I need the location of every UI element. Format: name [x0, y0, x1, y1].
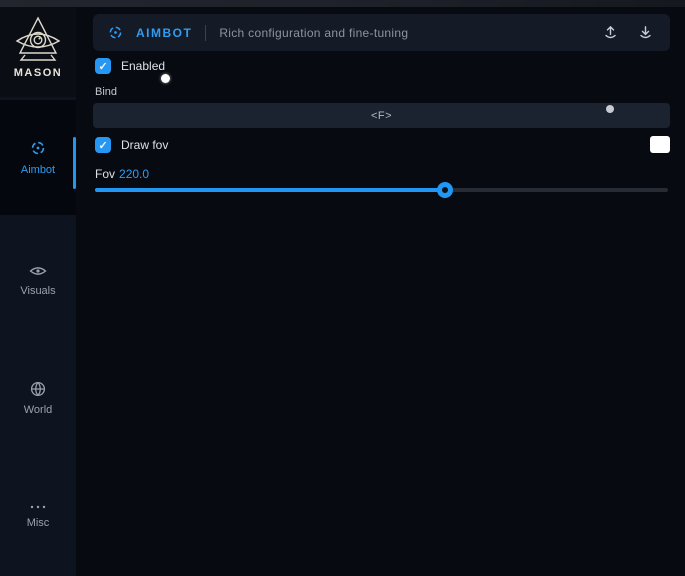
sidebar-item-aimbot[interactable]: Aimbot	[0, 100, 76, 215]
brand-name: MASON	[14, 67, 62, 79]
sidebar-item-label: Misc	[27, 517, 50, 529]
export-config-button[interactable]	[599, 22, 621, 44]
fov-value: 220.0	[119, 167, 149, 181]
fov-slider-thumb[interactable]	[437, 182, 453, 198]
draw-fov-label: Draw fov	[121, 138, 168, 152]
sidebar-item-label: World	[24, 404, 53, 416]
sidebar-item-misc[interactable]: Misc	[0, 486, 76, 546]
page-subtitle: Rich configuration and fine-tuning	[219, 26, 408, 40]
header-divider	[205, 25, 206, 41]
enabled-label: Enabled	[121, 59, 165, 73]
sidebar-item-label: Visuals	[20, 285, 55, 297]
enabled-checkbox[interactable]	[95, 58, 111, 74]
window-titlebar-strip	[0, 0, 685, 7]
globe-icon	[30, 381, 46, 397]
fov-color-swatch[interactable]	[650, 136, 670, 153]
eye-icon	[29, 264, 47, 278]
cursor-dot-secondary	[606, 105, 614, 113]
fov-label: Fov220.0	[95, 167, 149, 181]
crosshair-icon	[29, 139, 47, 157]
enabled-row: Enabled	[95, 58, 165, 74]
bind-input[interactable]: <F>	[93, 103, 670, 128]
mouse-cursor-dot	[161, 74, 170, 83]
logo-block: MASON	[0, 7, 76, 97]
import-config-button[interactable]	[634, 22, 656, 44]
bind-value: <F>	[371, 110, 392, 122]
sidebar-item-label: Aimbot	[21, 164, 55, 176]
page-header: AIMBOT Rich configuration and fine-tunin…	[93, 14, 670, 51]
page-title: AIMBOT	[136, 26, 192, 40]
ellipsis-icon	[29, 504, 47, 510]
fov-slider-fill	[95, 188, 445, 192]
mason-app-window: MASON Aimbot Visuals	[0, 0, 685, 576]
sidebar-item-visuals[interactable]: Visuals	[0, 250, 76, 310]
crosshair-icon	[107, 24, 124, 41]
main-area: AIMBOT Rich configuration and fine-tunin…	[76, 7, 685, 576]
sidebar: MASON Aimbot Visuals	[0, 7, 76, 576]
pyramid-eye-logo-icon	[14, 15, 62, 65]
sidebar-item-world[interactable]: World	[0, 368, 76, 428]
fov-slider-track[interactable]	[95, 188, 668, 192]
bind-label: Bind	[95, 86, 117, 98]
draw-fov-checkbox[interactable]	[95, 137, 111, 153]
fov-slider[interactable]	[95, 182, 668, 198]
draw-fov-row: Draw fov	[95, 137, 168, 153]
